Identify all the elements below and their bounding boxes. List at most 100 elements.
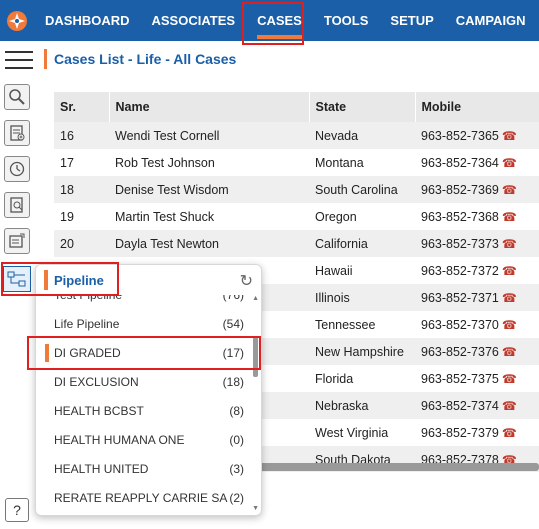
cell-name: Denise Test Wisdom <box>109 176 309 203</box>
cell-state: West Virginia <box>309 419 415 446</box>
document-export-icon[interactable] <box>4 228 30 254</box>
cell-mobile: 963-852-7371 ☎ <box>415 284 539 311</box>
mobile-number: 963-852-7369 <box>421 182 499 197</box>
pipeline-item[interactable]: HEALTH BCBST (8) <box>36 397 254 425</box>
pipeline-item[interactable]: DI GRADED (17) <box>36 339 254 367</box>
cell-mobile: 963-852-7364 ☎ <box>415 149 539 176</box>
pipeline-item-count: (17) <box>222 346 244 360</box>
pipeline-item-count: (2) <box>229 491 244 505</box>
mobile-number: 963-852-7373 <box>421 236 499 251</box>
cell-state: California <box>309 230 415 257</box>
phone-icon[interactable]: ☎ <box>502 129 517 143</box>
mobile-number: 963-852-7365 <box>421 128 499 143</box>
phone-icon[interactable]: ☎ <box>502 156 517 170</box>
mobile-number: 963-852-7375 <box>421 371 499 386</box>
document-search-icon[interactable] <box>4 192 30 218</box>
history-icon[interactable] <box>4 156 30 182</box>
pipeline-item[interactable]: RERATE REAPPLY CARRIE SA (2) <box>36 484 254 512</box>
mobile-number: 963-852-7368 <box>421 209 499 224</box>
cell-sr: 16 <box>54 122 109 149</box>
pipeline-list: Test Pipeline (76) Life Pipeline (54) DI GRA… <box>36 295 261 515</box>
pipeline-item[interactable]: HEALTH UNITED (3) <box>36 455 254 483</box>
column-header-name[interactable]: Name <box>109 92 310 122</box>
pipeline-item-label: HEALTH BCBST <box>54 404 144 418</box>
pipeline-icon[interactable] <box>3 266 31 292</box>
nav-campaign[interactable]: CAMPAIGN <box>445 0 537 41</box>
add-document-icon[interactable] <box>4 120 30 146</box>
phone-icon[interactable]: ☎ <box>502 237 517 251</box>
table-row[interactable]: 17 Rob Test Johnson Montana 963-852-7364 ☎ <box>54 149 539 176</box>
cell-state: Tennessee <box>309 311 415 338</box>
table-row[interactable]: 19 Martin Test Shuck Oregon 963-852-7368 ☎ <box>54 203 539 230</box>
phone-icon[interactable]: ☎ <box>502 372 517 386</box>
mobile-number: 963-852-7374 <box>421 398 499 413</box>
table-header-row: Sr. Name State Mobile <box>54 92 539 122</box>
pipeline-item-count: (76) <box>222 295 244 302</box>
pipeline-item-label: Life Pipeline <box>54 317 120 331</box>
cell-mobile: 963-852-7365 ☎ <box>415 122 539 149</box>
cell-name: Rob Test Johnson <box>109 149 309 176</box>
horizontal-scrollbar[interactable] <box>258 463 539 471</box>
pipeline-popup-title: Pipeline <box>54 272 104 288</box>
phone-icon[interactable]: ☎ <box>502 291 517 305</box>
pipeline-item-label: DI EXCLUSION <box>54 375 139 389</box>
mobile-number: 963-852-7370 <box>421 317 499 332</box>
pipeline-popup: Pipeline ↻ Test Pipeline (76) Life Pipelin… <box>35 264 262 516</box>
cell-state: Oregon <box>309 203 415 230</box>
pipeline-item-label: HEALTH UNITED <box>54 462 149 476</box>
page-title: Cases List - Life - All Cases <box>44 48 236 70</box>
cell-name: Martin Test Shuck <box>109 203 309 230</box>
search-icon[interactable] <box>4 84 30 110</box>
pipeline-item-count: (18) <box>222 375 244 389</box>
help-button[interactable]: ? <box>5 498 29 522</box>
mobile-number: 963-852-7364 <box>421 155 499 170</box>
nav-cases[interactable]: CASES <box>246 0 313 41</box>
column-header-sr[interactable]: Sr. <box>54 92 110 122</box>
cell-mobile: 963-852-7372 ☎ <box>415 257 539 284</box>
pipeline-item[interactable]: DI EXCLUSION (18) <box>36 368 254 396</box>
cell-state: South Carolina <box>309 176 415 203</box>
cell-state: Florida <box>309 365 415 392</box>
app-logo-icon[interactable] <box>0 0 34 41</box>
cell-state: Hawaii <box>309 257 415 284</box>
cell-mobile: 963-852-7375 ☎ <box>415 365 539 392</box>
table-row[interactable]: 16 Wendi Test Cornell Nevada 963-852-7365 ☎ <box>54 122 539 149</box>
cell-mobile: 963-852-7369 ☎ <box>415 176 539 203</box>
cell-mobile: 963-852-7370 ☎ <box>415 311 539 338</box>
cell-state: Montana <box>309 149 415 176</box>
nav-tools[interactable]: TOOLS <box>313 0 380 41</box>
phone-icon[interactable]: ☎ <box>502 318 517 332</box>
scroll-up-arrow-icon[interactable]: ▲ <box>252 295 259 302</box>
page-title-text: Cases List - Life - All Cases <box>54 51 237 67</box>
phone-icon[interactable]: ☎ <box>502 264 517 278</box>
nav-associates[interactable]: ASSOCIATES <box>141 0 247 41</box>
pipeline-item[interactable]: Test Pipeline (76) <box>36 295 254 309</box>
phone-icon[interactable]: ☎ <box>502 345 517 359</box>
hamburger-menu-icon[interactable] <box>5 51 33 69</box>
phone-icon[interactable]: ☎ <box>502 183 517 197</box>
scroll-down-arrow-icon[interactable]: ▼ <box>252 505 259 512</box>
pipeline-item-label: DI GRADED <box>54 346 121 360</box>
table-row[interactable]: 18 Denise Test Wisdom South Carolina 963-85… <box>54 176 539 203</box>
cell-name: Wendi Test Cornell <box>109 122 309 149</box>
phone-icon[interactable]: ☎ <box>502 426 517 440</box>
phone-icon[interactable]: ☎ <box>502 399 517 413</box>
pipeline-item[interactable]: Life Pipeline (54) <box>36 310 254 338</box>
column-header-mobile[interactable]: Mobile <box>415 92 539 122</box>
nav-setup[interactable]: SETUP <box>379 0 444 41</box>
cases-page: DASHBOARD ASSOCIATES CASES TOOLS SETUP C… <box>0 0 539 529</box>
refresh-icon[interactable]: ↻ <box>240 271 253 291</box>
pipeline-item[interactable]: HEALTH HUMANA ONE (0) <box>36 426 254 454</box>
cell-mobile: 963-852-7376 ☎ <box>415 338 539 365</box>
cell-mobile: 963-852-7379 ☎ <box>415 419 539 446</box>
title-accent-bar <box>44 49 47 69</box>
popup-accent-bar <box>44 270 48 290</box>
column-header-state[interactable]: State <box>309 92 416 122</box>
pipeline-scroll-thumb[interactable] <box>253 337 258 377</box>
pipeline-item-label: RERATE REAPPLY CARRIE SA <box>54 491 228 505</box>
pipeline-item-count: (3) <box>229 462 244 476</box>
table-row[interactable]: 20 Dayla Test Newton California 963-852-737… <box>54 230 539 257</box>
cell-state: Illinois <box>309 284 415 311</box>
nav-dashboard[interactable]: DASHBOARD <box>34 0 141 41</box>
phone-icon[interactable]: ☎ <box>502 210 517 224</box>
